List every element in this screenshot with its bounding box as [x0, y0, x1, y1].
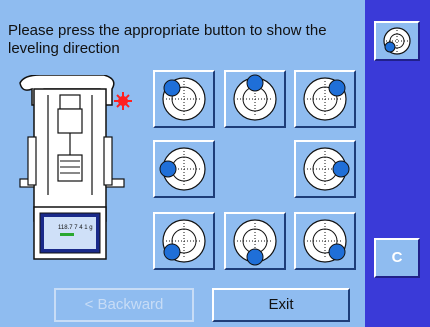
level-right-button[interactable] [294, 140, 356, 198]
instruction-text: Please press the appropriate button to s… [8, 22, 327, 57]
level-up-right-button[interactable] [294, 70, 356, 128]
level-up-left-icon [162, 77, 206, 121]
level-down-right-icon [303, 219, 347, 263]
level-right-icon [303, 147, 350, 191]
leveling-button[interactable] [374, 21, 420, 61]
level-down-icon [233, 219, 277, 266]
level-down-button[interactable] [224, 212, 286, 270]
level-left-button[interactable] [153, 140, 215, 198]
clear-button-label: C [391, 249, 403, 266]
level-down-left-icon [162, 219, 206, 263]
leveling-icon [383, 27, 411, 55]
level-indicator-icon [114, 92, 132, 110]
level-down-left-button[interactable] [153, 212, 215, 270]
level-up-button[interactable] [224, 70, 286, 128]
sidebar: C [365, 0, 430, 327]
level-up-right-icon [303, 77, 347, 121]
exit-button[interactable]: Exit [212, 288, 350, 322]
clear-button[interactable]: C [374, 238, 420, 278]
level-left-icon [159, 147, 206, 191]
level-down-right-button[interactable] [294, 212, 356, 270]
balance-illustration: 118.7 7 4 1 g [19, 75, 132, 260]
level-up-left-button[interactable] [153, 70, 215, 128]
level-up-icon [233, 74, 277, 121]
leveling-screen: Please press the appropriate button to s… [0, 0, 430, 327]
terminal-display-readout: 118.7 7 4 1 g [58, 225, 93, 231]
backward-button[interactable]: < Backward [54, 288, 194, 322]
